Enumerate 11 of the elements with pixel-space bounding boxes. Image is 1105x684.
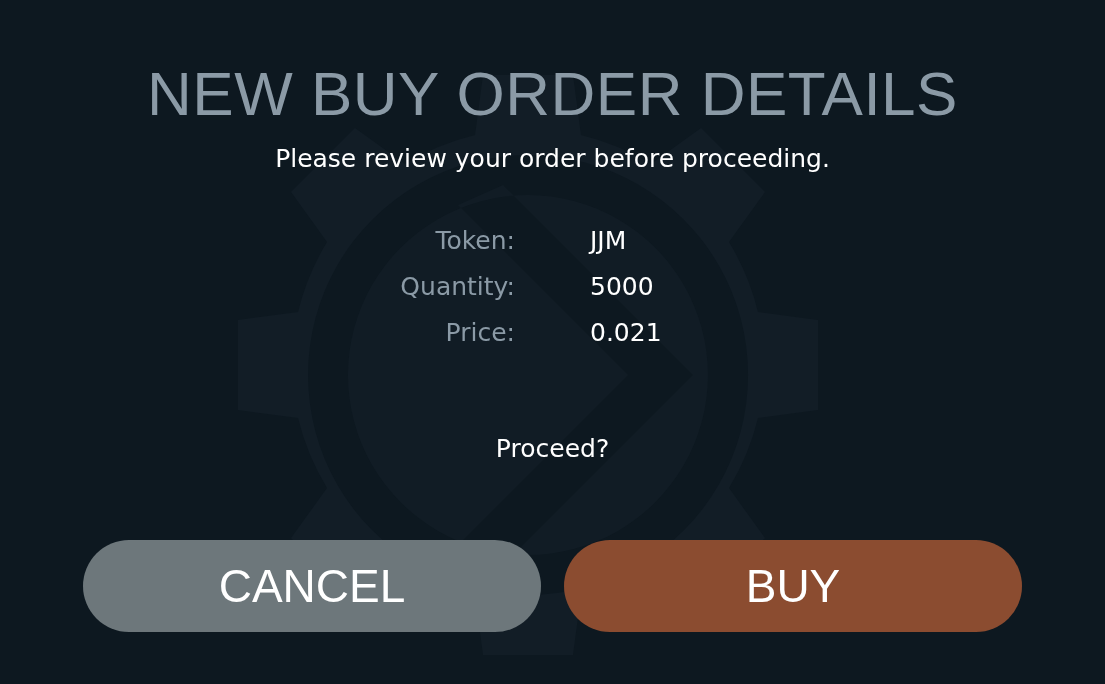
detail-value: 5000 (590, 271, 655, 303)
confirm-prompt: Proceed? (495, 433, 610, 465)
instruction-text: Please review your order before proceeding. (275, 143, 830, 175)
dialog-title: NEW BUY ORDER DETAILS (147, 58, 958, 130)
detail-label: Quantity: (399, 271, 515, 303)
cancel-button[interactable]: CANCEL (83, 540, 541, 632)
detail-label: Price: (444, 317, 515, 349)
buy-button[interactable]: BUY (564, 540, 1022, 632)
detail-label: Token: (434, 225, 515, 257)
detail-value: 0.021 (590, 317, 663, 349)
detail-value: JJM (590, 225, 628, 257)
